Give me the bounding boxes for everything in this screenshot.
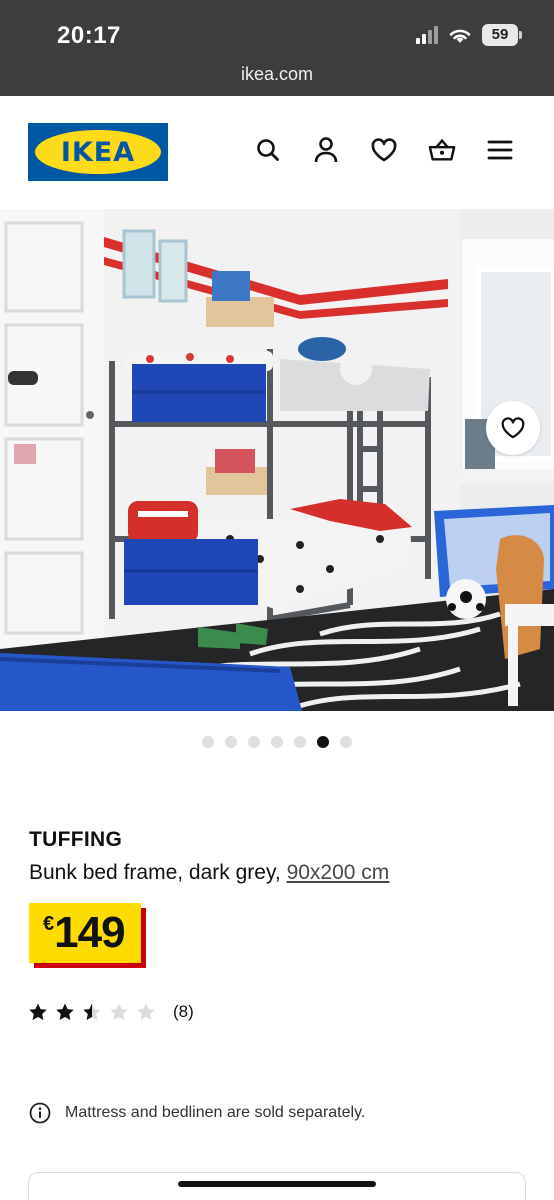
star-icon [56, 1003, 74, 1020]
basket-icon[interactable] [428, 136, 456, 164]
star-icon [110, 1003, 128, 1020]
status-icons: 59 [416, 24, 522, 46]
price-tag: € 149 [29, 903, 141, 963]
header-actions [254, 136, 514, 164]
note-text: Mattress and bedlinen are sold separatel… [65, 1104, 366, 1121]
rating-row[interactable]: (8) [28, 1002, 194, 1022]
bunk-bed-room-photo [0, 209, 554, 711]
product-description: Bunk bed frame, dark grey, 90x200 cm [29, 861, 389, 885]
carousel-dot[interactable] [225, 736, 237, 748]
carousel-dot[interactable] [248, 736, 260, 748]
star-icon [29, 1003, 47, 1020]
account-icon[interactable] [312, 136, 340, 164]
carousel-dot[interactable] [202, 736, 214, 748]
logo-oval: IKEA [35, 130, 161, 174]
image-carousel-dots [0, 736, 554, 748]
heart-icon[interactable] [370, 136, 398, 164]
star-icon [137, 1003, 155, 1020]
home-indicator [178, 1181, 376, 1187]
size-link[interactable]: 90x200 cm [287, 861, 390, 884]
carousel-dot[interactable] [271, 736, 283, 748]
carousel-dot[interactable] [294, 736, 306, 748]
availability-note: Mattress and bedlinen are sold separatel… [29, 1102, 365, 1124]
price-amount: 149 [54, 908, 125, 957]
heart-icon [501, 417, 525, 439]
browser-chrome: 20:17 59 ikea.com [0, 0, 554, 96]
wifi-icon [449, 29, 471, 43]
review-count[interactable]: (8) [173, 1002, 194, 1022]
price-box: € 149 [29, 903, 141, 963]
info-icon [29, 1102, 51, 1124]
search-icon[interactable] [254, 136, 282, 164]
battery-indicator: 59 [482, 24, 522, 46]
site-header: IKEA [0, 96, 554, 209]
cellular-signal-icon [416, 26, 438, 44]
favourite-image-button[interactable] [486, 401, 540, 455]
rating-stars [28, 1002, 156, 1022]
price-currency: € [43, 913, 55, 935]
carousel-dot[interactable] [317, 736, 329, 748]
address-bar[interactable]: ikea.com [0, 64, 554, 85]
product-name: TUFFING [29, 828, 123, 851]
logo-text: IKEA [60, 136, 136, 168]
carousel-dot[interactable] [340, 736, 352, 748]
product-type: Bunk bed frame, dark grey, [29, 861, 287, 884]
ikea-logo[interactable]: IKEA [28, 123, 168, 181]
star-icon [83, 1003, 101, 1020]
menu-icon[interactable] [486, 136, 514, 164]
status-time: 20:17 [57, 22, 121, 49]
product-image[interactable] [0, 209, 554, 711]
